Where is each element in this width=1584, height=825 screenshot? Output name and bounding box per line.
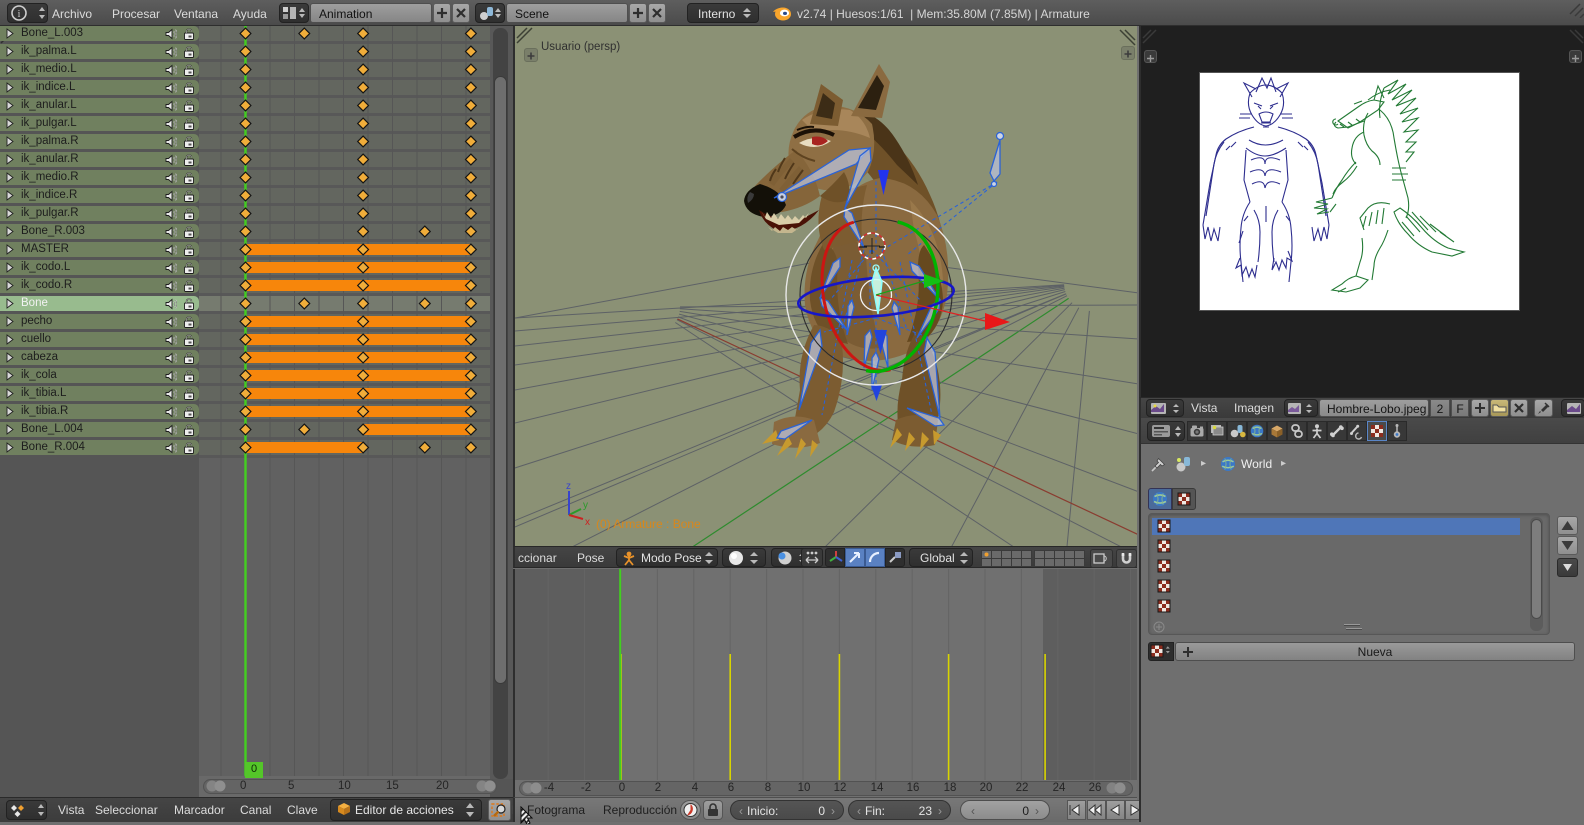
- svg-text:x: x: [585, 517, 590, 528]
- svg-text:y: y: [583, 500, 588, 511]
- svg-text:z: z: [566, 481, 571, 492]
- svg-text:i: i: [18, 9, 21, 20]
